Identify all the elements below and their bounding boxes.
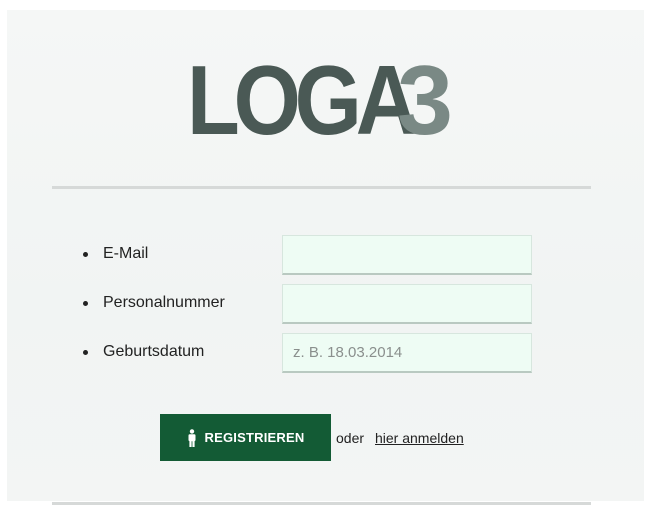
top-divider (52, 186, 591, 189)
email-row: E-Mail (83, 235, 543, 275)
birthdate-input[interactable] (282, 333, 532, 373)
bullet-icon (83, 350, 88, 355)
or-text: oder (336, 430, 365, 446)
register-button[interactable]: REGISTRIEREN (160, 414, 331, 461)
birthdate-row: Geburtsdatum (83, 333, 543, 373)
bullet-icon (83, 252, 88, 257)
personnel-number-input[interactable] (282, 284, 532, 324)
birthdate-label: Geburtsdatum (103, 343, 205, 360)
personnel-number-label: Personalnummer (103, 294, 225, 311)
email-label: E-Mail (103, 245, 149, 262)
personnel-number-row: Personalnummer (83, 284, 543, 324)
email-input[interactable] (282, 235, 532, 275)
loga3-logo: LOGA 3 (187, 56, 453, 146)
person-icon (188, 428, 196, 447)
register-button-label: REGISTRIEREN (204, 430, 305, 445)
logo-text: LOGA (187, 56, 417, 146)
registration-panel: LOGA 3 E-Mail Personalnummer Geburtsdatu… (7, 10, 644, 505)
bullet-icon (83, 301, 88, 306)
logo-suffix: 3 (397, 56, 453, 146)
login-link[interactable]: hier anmelden (375, 430, 464, 446)
